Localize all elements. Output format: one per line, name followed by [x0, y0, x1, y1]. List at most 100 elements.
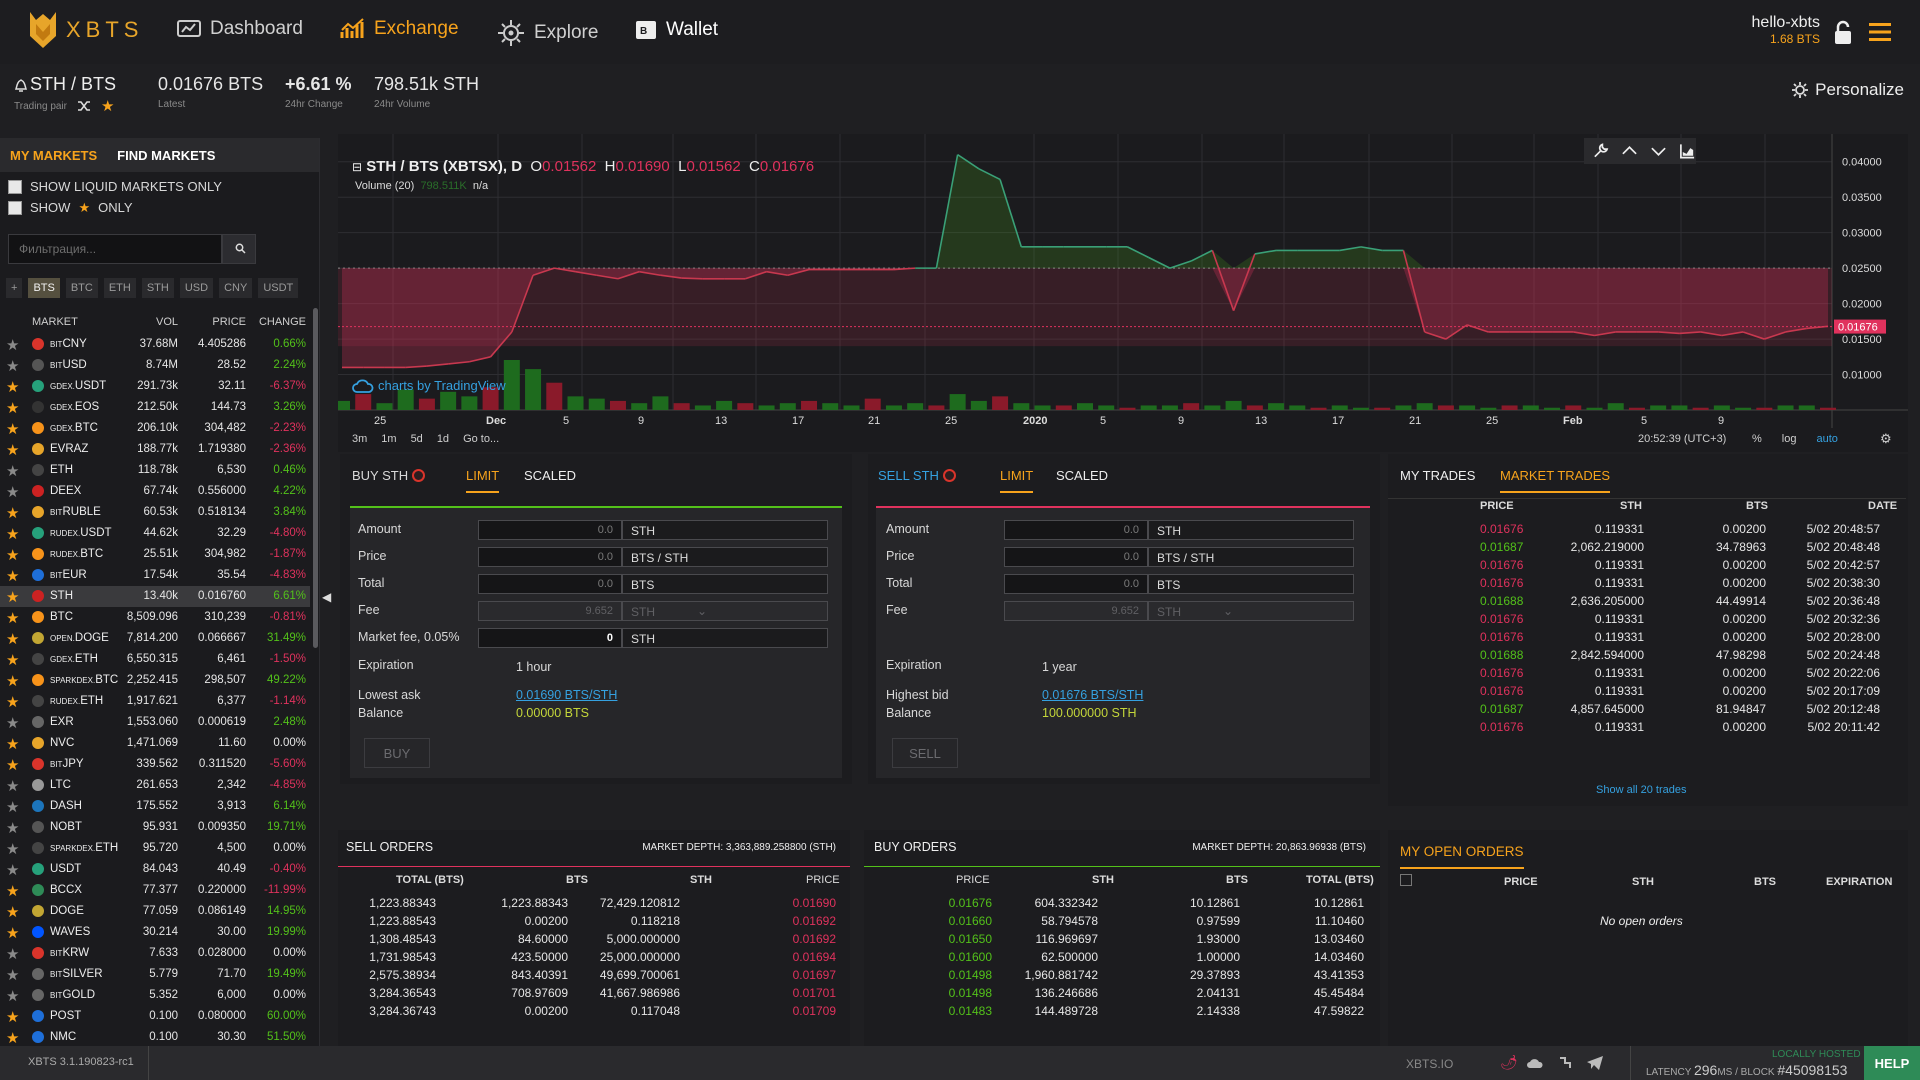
- app-version[interactable]: XBTS 3.1.190823-rc1: [28, 1056, 134, 1068]
- market-row[interactable]: ★ BITRUBLE 60.53k 0.518134 3.84%: [0, 502, 310, 523]
- bell-icon[interactable]: [14, 76, 28, 94]
- favorite-star-icon[interactable]: ★: [6, 1008, 19, 1026]
- market-row[interactable]: ★ GDEX.ETH 6,550.315 6,461 -1.50%: [0, 649, 310, 670]
- sell-order-row[interactable]: 1,223.88343 1,223.88343 72,429.120812 0.016…: [338, 896, 850, 914]
- chart-canvas[interactable]: 0.04000 0.03500 0.03000 0.02500 0.02000 0.015…: [334, 134, 1908, 428]
- sell-order-row[interactable]: 1,731.98543 423.50000 25,000.000000 0.01694: [338, 950, 850, 968]
- market-row[interactable]: ★ BITSILVER 5.779 71.70 19.49%: [0, 964, 310, 985]
- volume-bar[interactable]: [1798, 405, 1815, 410]
- buy-order-row[interactable]: 0.01600 62.500000 1.00000 14.03460: [864, 950, 1380, 968]
- volume-bar[interactable]: [907, 403, 924, 410]
- volume-bar[interactable]: [1650, 405, 1667, 410]
- chevron-down-icon[interactable]: [1650, 142, 1667, 160]
- favorite-star-icon[interactable]: ★: [6, 567, 19, 585]
- tab-find-markets[interactable]: FIND MARKETS: [117, 148, 215, 163]
- favorite-star-icon[interactable]: ★: [6, 861, 19, 879]
- market-row[interactable]: ★ SPARKDEX.ETH 95.720 4,500 0.00%: [0, 838, 310, 859]
- favorite-star-icon[interactable]: ★: [6, 546, 19, 564]
- market-row[interactable]: ★ ETH 118.78k 6,530 0.46%: [0, 460, 310, 481]
- telegram-icon[interactable]: [1586, 1055, 1604, 1071]
- tradingview-credit-link[interactable]: charts by TradingView: [352, 378, 506, 393]
- help-button[interactable]: HELP: [1864, 1046, 1920, 1080]
- volume-bar[interactable]: [1119, 407, 1136, 410]
- buy-button[interactable]: BUY: [364, 738, 430, 768]
- quote-tab-btc[interactable]: BTC: [65, 278, 98, 298]
- favorite-star-icon[interactable]: ★: [6, 735, 19, 753]
- volume-bar[interactable]: [1820, 407, 1836, 410]
- volume-bar[interactable]: [970, 400, 987, 410]
- buy-order-row[interactable]: 0.01498 1,960.881742 29.37893 43.41353: [864, 968, 1380, 986]
- volume-bar[interactable]: [737, 403, 754, 410]
- network-icon[interactable]: [1558, 1056, 1572, 1070]
- sell-order-row[interactable]: 3,284.36743 0.00200 0.117048 0.01709: [338, 1004, 850, 1022]
- chart-option-percent[interactable]: %: [1752, 433, 1762, 445]
- market-row[interactable]: ★ NMC 0.100 30.30 51.50%: [0, 1027, 310, 1048]
- favorite-star-icon[interactable]: ★: [6, 1029, 19, 1047]
- market-row[interactable]: ★ OPEN.DOGE 7,814.200 0.066667 31.49%: [0, 628, 310, 649]
- range-button[interactable]: 1d: [437, 433, 449, 445]
- volume-bar[interactable]: [779, 403, 796, 410]
- volume-bar[interactable]: [1183, 403, 1200, 410]
- volume-bar[interactable]: [546, 382, 563, 410]
- volume-bar[interactable]: [1501, 405, 1518, 410]
- buy-order-row[interactable]: 0.01676 604.332342 10.12861 10.12861: [864, 896, 1380, 914]
- market-row[interactable]: ★ RUDEX.USDT 44.62k 32.29 -4.80%: [0, 523, 310, 544]
- volume-bar[interactable]: [1352, 407, 1369, 410]
- market-row[interactable]: ★ GDEX.EOS 212.50k 144.73 3.26%: [0, 397, 310, 418]
- volume-bar[interactable]: [1268, 403, 1285, 410]
- volume-bar[interactable]: [1628, 407, 1645, 410]
- chart-option-log[interactable]: log: [1782, 433, 1797, 445]
- highest-bid-link[interactable]: 0.01676 BTS/STH: [1042, 688, 1143, 702]
- buy-price-input[interactable]: 0.0: [478, 547, 622, 567]
- buy-order-row[interactable]: 0.01660 58.794578 0.97599 11.10460: [864, 914, 1380, 932]
- volume-bar[interactable]: [1735, 407, 1752, 410]
- chart-settings-gear-icon[interactable]: ⚙: [1880, 431, 1892, 447]
- favorite-star-icon[interactable]: ★: [6, 672, 19, 690]
- favorite-star-icon[interactable]: ★: [6, 819, 19, 837]
- collapse-sidebar-arrow-icon[interactable]: ◀: [322, 590, 331, 604]
- volume-bar[interactable]: [949, 394, 966, 410]
- nav-exchange[interactable]: Exchange: [340, 18, 459, 40]
- market-filter-input[interactable]: Фильтрация...: [8, 234, 222, 264]
- volume-bar[interactable]: [1777, 405, 1794, 410]
- quote-tab-usdt[interactable]: USDT: [258, 278, 299, 298]
- favorite-star-icon[interactable]: ★: [6, 525, 19, 543]
- volume-bar[interactable]: [885, 405, 902, 410]
- nav-dashboard[interactable]: Dashboard: [176, 18, 303, 40]
- volume-bar[interactable]: [1671, 405, 1688, 410]
- volume-bar[interactable]: [1416, 403, 1433, 410]
- cloud-icon[interactable]: [1526, 1057, 1544, 1069]
- range-button[interactable]: Go to...: [463, 433, 499, 445]
- favorite-star-icon[interactable]: ★: [6, 882, 19, 900]
- select-all-checkbox[interactable]: [1400, 874, 1412, 886]
- buy-tab-scaled[interactable]: SCALED: [524, 468, 576, 483]
- market-row[interactable]: ★ BITCNY 37.68M 4.405286 0.66%: [0, 334, 310, 355]
- volume-bar[interactable]: [1077, 403, 1093, 410]
- favorite-star-icon[interactable]: ★: [6, 651, 19, 669]
- volume-bar[interactable]: [1586, 407, 1603, 410]
- tab-market-trades[interactable]: MARKET TRADES: [1500, 468, 1611, 493]
- markets-scrollbar[interactable]: [313, 308, 318, 648]
- tab-my-markets[interactable]: MY MARKETS: [10, 148, 97, 163]
- favorite-star-icon[interactable]: ★: [6, 756, 19, 774]
- favorite-star-icon[interactable]: ★: [6, 966, 19, 984]
- open-orders-title[interactable]: MY OPEN ORDERS: [1400, 844, 1524, 869]
- favorite-star-icon[interactable]: ★: [6, 441, 19, 459]
- volume-bar[interactable]: [1140, 405, 1157, 410]
- price-chart[interactable]: 0.04000 0.03500 0.03000 0.02500 0.02000 0.015…: [334, 134, 1908, 452]
- chevron-up-icon[interactable]: [1621, 142, 1638, 160]
- favorite-star-icon[interactable]: ★: [6, 945, 19, 963]
- volume-bar[interactable]: [1374, 407, 1391, 410]
- favorite-star-icon[interactable]: ★: [6, 609, 19, 627]
- market-row[interactable]: ★ DEEX 67.74k 0.556000 4.22%: [0, 481, 310, 502]
- volume-bar[interactable]: [1225, 400, 1242, 410]
- favorite-star-icon[interactable]: ★: [6, 483, 19, 501]
- volume-bar[interactable]: [1034, 405, 1051, 410]
- shuffle-icon[interactable]: [77, 100, 91, 112]
- favorite-star-icon[interactable]: ★: [6, 777, 19, 795]
- volume-bar[interactable]: [334, 400, 350, 410]
- favorite-star-icon[interactable]: ★: [6, 693, 19, 711]
- quote-tab-eth[interactable]: ETH: [103, 278, 136, 298]
- volume-bar[interactable]: [588, 398, 605, 410]
- market-row[interactable]: ★ DOGE 77.059 0.086149 14.95%: [0, 901, 310, 922]
